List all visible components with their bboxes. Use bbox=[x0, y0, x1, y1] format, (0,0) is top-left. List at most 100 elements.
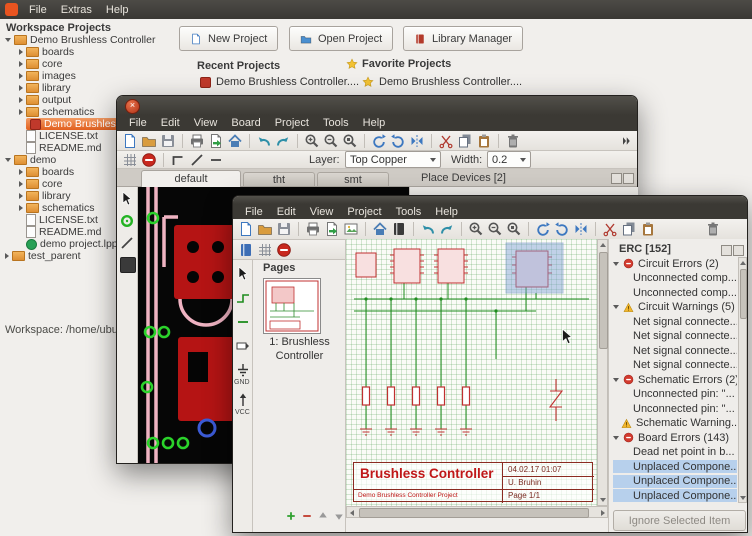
gnd-tool-icon[interactable] bbox=[235, 362, 251, 378]
export-image-icon[interactable] bbox=[208, 133, 224, 149]
scroll-down-icon[interactable] bbox=[600, 498, 606, 502]
menu-file[interactable]: File bbox=[122, 116, 154, 130]
add-component-icon[interactable] bbox=[238, 242, 254, 258]
erc-group-schematic-warnings[interactable]: Schematic Warning... bbox=[613, 417, 737, 430]
menu-board[interactable]: Board bbox=[224, 116, 267, 130]
save-icon[interactable] bbox=[276, 221, 292, 237]
tree-item-demo-brushless-controller[interactable]: Demo Brushless Controller bbox=[0, 34, 168, 46]
scroll-right-icon[interactable] bbox=[601, 510, 605, 516]
new-icon[interactable] bbox=[122, 133, 138, 149]
expander-closed-icon[interactable] bbox=[19, 169, 23, 175]
menu-edit[interactable]: Edit bbox=[154, 116, 187, 130]
zoom-out-icon[interactable] bbox=[487, 221, 503, 237]
erc-group-schematic-errors[interactable]: Schematic Errors (2) bbox=[613, 373, 737, 386]
grid-settings-icon[interactable] bbox=[257, 242, 273, 258]
select-tool-icon[interactable] bbox=[119, 191, 135, 207]
scroll-down-icon[interactable] bbox=[740, 496, 746, 500]
tree-item-core[interactable]: core bbox=[0, 58, 168, 70]
select-tool-icon[interactable] bbox=[235, 266, 251, 282]
expander-closed-icon[interactable] bbox=[19, 205, 23, 211]
zoom-fit-icon[interactable] bbox=[506, 221, 522, 237]
menu-project[interactable]: Project bbox=[268, 116, 316, 130]
expander-closed-icon[interactable] bbox=[19, 49, 23, 55]
expander-open-icon[interactable] bbox=[5, 38, 11, 42]
erc-scrollbar-thumb[interactable] bbox=[740, 269, 747, 319]
erc-item[interactable]: Unconnected comp... bbox=[613, 286, 737, 299]
new-project-button[interactable]: New Project bbox=[179, 26, 278, 51]
menu-view[interactable]: View bbox=[187, 116, 225, 130]
move-page-down-icon[interactable] bbox=[333, 510, 345, 522]
erc-item[interactable]: Net signal connecte... bbox=[613, 330, 737, 343]
tab-tht[interactable]: tht bbox=[243, 172, 315, 187]
expander-closed-icon[interactable] bbox=[19, 73, 23, 79]
expander-closed-icon[interactable] bbox=[19, 109, 23, 115]
close-icon[interactable] bbox=[125, 99, 140, 114]
vertical-scrollbar[interactable] bbox=[597, 239, 608, 506]
erc-item-selected[interactable]: Unplaced Compone... bbox=[613, 460, 737, 473]
open-icon[interactable] bbox=[257, 221, 273, 237]
mirror-icon[interactable] bbox=[573, 221, 589, 237]
erc-group-board-errors[interactable]: Board Errors (143) bbox=[613, 431, 737, 444]
redo-icon[interactable] bbox=[439, 221, 455, 237]
schematic-titlebar[interactable] bbox=[233, 196, 747, 204]
zoom-fit-icon[interactable] bbox=[342, 133, 358, 149]
menu-help[interactable]: Help bbox=[428, 205, 465, 219]
print-icon[interactable] bbox=[189, 133, 205, 149]
menu-help[interactable]: Help bbox=[356, 116, 393, 130]
expander-open-icon[interactable] bbox=[613, 436, 619, 440]
netlabel-tool-icon[interactable] bbox=[235, 338, 251, 354]
vcc-tool-icon[interactable] bbox=[235, 392, 251, 408]
menu-tools[interactable]: Tools bbox=[389, 205, 429, 219]
expander-closed-icon[interactable] bbox=[19, 181, 23, 187]
erc-group-circuit-warnings[interactable]: Circuit Warnings (5) bbox=[613, 301, 737, 314]
vertical-scrollbar-thumb[interactable] bbox=[599, 252, 608, 349]
mirror-icon[interactable] bbox=[409, 133, 425, 149]
ignore-selected-item-button[interactable]: Ignore Selected Item bbox=[613, 510, 746, 531]
copy-icon[interactable] bbox=[621, 221, 637, 237]
tree-item-boards[interactable]: boards bbox=[0, 46, 168, 58]
home-icon[interactable] bbox=[372, 221, 388, 237]
erc-item[interactable]: Net signal connecte... bbox=[613, 344, 737, 357]
expander-closed-icon[interactable] bbox=[19, 97, 23, 103]
cut-icon[interactable] bbox=[438, 133, 454, 149]
menu-edit[interactable]: Edit bbox=[270, 205, 303, 219]
save-icon[interactable] bbox=[160, 133, 176, 149]
cut-icon[interactable] bbox=[602, 221, 618, 237]
tree-item-images[interactable]: images bbox=[0, 70, 168, 82]
new-icon[interactable] bbox=[238, 221, 254, 237]
expander-closed-icon[interactable] bbox=[19, 85, 23, 91]
delete-icon[interactable] bbox=[505, 133, 521, 149]
rotate-ccw-icon[interactable] bbox=[535, 221, 551, 237]
erc-item[interactable]: Net signal connecte... bbox=[613, 359, 737, 372]
erc-item[interactable]: Dead net point in b... bbox=[613, 446, 737, 459]
delete-icon[interactable] bbox=[705, 221, 721, 237]
library-manager-button[interactable]: Library Manager bbox=[403, 26, 523, 51]
zoom-out-icon[interactable] bbox=[323, 133, 339, 149]
print-icon[interactable] bbox=[305, 221, 321, 237]
open-icon[interactable] bbox=[141, 133, 157, 149]
erc-group-circuit-errors[interactable]: Circuit Errors (2) bbox=[613, 257, 737, 270]
page-item-label[interactable]: 1: Brushless Controller bbox=[253, 336, 346, 364]
expander-open-icon[interactable] bbox=[613, 262, 619, 266]
horizontal-scrollbar[interactable] bbox=[346, 506, 608, 518]
dock-close-icon[interactable] bbox=[733, 245, 744, 256]
expander-closed-icon[interactable] bbox=[5, 253, 9, 259]
page-thumbnail[interactable] bbox=[263, 278, 321, 334]
add-page-icon[interactable] bbox=[285, 510, 297, 522]
layer-combo[interactable]: Top Copper bbox=[345, 151, 441, 168]
home-icon[interactable] bbox=[227, 133, 243, 149]
export-image-icon[interactable] bbox=[343, 221, 359, 237]
via-tool-icon[interactable] bbox=[119, 213, 135, 229]
stop-tool-icon[interactable] bbox=[141, 152, 157, 168]
erc-item[interactable]: Unconnected comp... bbox=[613, 272, 737, 285]
open-project-button[interactable]: Open Project bbox=[289, 26, 393, 51]
export-pdf-icon[interactable] bbox=[324, 221, 340, 237]
remove-page-icon[interactable] bbox=[301, 510, 313, 522]
expander-closed-icon[interactable] bbox=[19, 193, 23, 199]
grid-settings-icon[interactable] bbox=[122, 152, 138, 168]
tab-smt[interactable]: smt bbox=[317, 172, 389, 187]
redo-icon[interactable] bbox=[275, 133, 291, 149]
horizontal-scrollbar-thumb[interactable] bbox=[359, 508, 589, 518]
undo-icon[interactable] bbox=[256, 133, 272, 149]
zoom-in-icon[interactable] bbox=[304, 133, 320, 149]
